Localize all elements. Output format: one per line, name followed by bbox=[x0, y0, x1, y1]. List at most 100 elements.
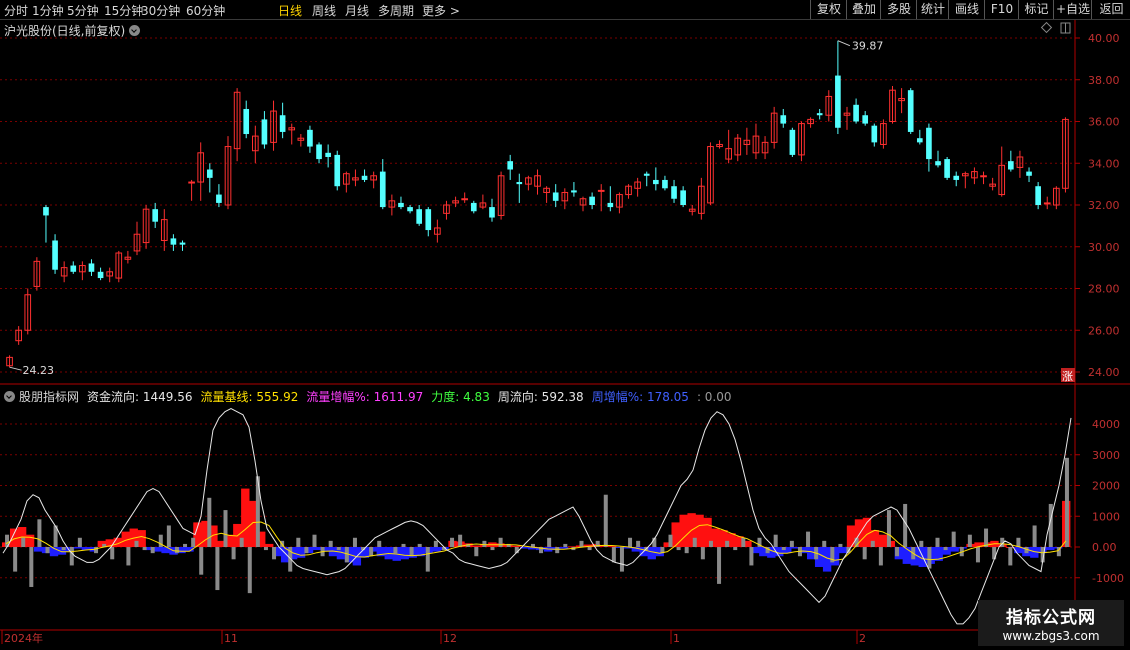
volume-gray-bar bbox=[773, 534, 778, 547]
volume-gray-bar bbox=[328, 540, 333, 547]
volume-gray-bar bbox=[676, 547, 681, 551]
candle-body bbox=[52, 240, 58, 270]
candle-body bbox=[780, 115, 787, 124]
candle-body bbox=[1043, 202, 1051, 205]
volume-gray-bar bbox=[13, 547, 18, 572]
candle-body bbox=[261, 119, 268, 145]
candle-body bbox=[325, 152, 331, 157]
volume-gray-bar bbox=[692, 537, 697, 547]
price-axis-label: 36.00 bbox=[1088, 116, 1120, 129]
candle-body bbox=[206, 169, 213, 178]
volume-gray-bar bbox=[166, 525, 171, 547]
diamond-icon bbox=[1040, 21, 1053, 34]
volume-gray-bar bbox=[636, 540, 641, 547]
volume-gray-bar bbox=[628, 537, 633, 547]
volume-gray-bar bbox=[174, 547, 179, 554]
candle-body bbox=[953, 175, 960, 180]
candle-body bbox=[470, 202, 477, 212]
volume-gray-bar bbox=[943, 547, 948, 551]
volume-gray-bar bbox=[781, 547, 786, 551]
flow-bar bbox=[950, 547, 959, 552]
volume-gray-bar bbox=[579, 540, 584, 547]
high-pointer bbox=[837, 40, 851, 47]
price-axis-label: 30.00 bbox=[1088, 241, 1120, 254]
volume-gray-bar bbox=[352, 537, 357, 547]
candle-body bbox=[170, 238, 177, 245]
flow-bar bbox=[432, 547, 441, 552]
flow-bar bbox=[312, 547, 322, 551]
candle-body bbox=[316, 144, 322, 160]
volume-gray-bar bbox=[895, 547, 900, 557]
flow-bar bbox=[296, 547, 306, 558]
volume-gray-bar bbox=[563, 543, 568, 547]
price-axis-label: 34.00 bbox=[1088, 157, 1120, 170]
volume-gray-bar bbox=[619, 547, 624, 572]
volume-gray-bar bbox=[150, 547, 155, 554]
price-axis-label: 32.00 bbox=[1088, 199, 1120, 212]
volume-gray-bar bbox=[21, 537, 26, 547]
flow-bar bbox=[846, 525, 856, 547]
price-axis-label: 40.00 bbox=[1088, 32, 1120, 45]
volume-gray-bar bbox=[749, 547, 754, 566]
volume-gray-bar bbox=[975, 547, 980, 563]
volume-gray-bar bbox=[919, 540, 924, 547]
volume-gray-bar bbox=[191, 537, 196, 547]
date-label: 12 bbox=[443, 632, 457, 645]
flow-bar bbox=[679, 514, 688, 547]
volume-gray-bar bbox=[336, 547, 341, 551]
candle-body bbox=[980, 175, 987, 178]
candle-body bbox=[916, 138, 923, 143]
volume-gray-bar bbox=[611, 547, 616, 563]
flow-bar bbox=[25, 534, 35, 547]
volume-gray-bar bbox=[668, 534, 673, 547]
candle-body bbox=[279, 115, 286, 132]
candle-body bbox=[1035, 186, 1041, 205]
volume-gray-bar bbox=[733, 547, 738, 551]
volume-gray-bar bbox=[239, 537, 244, 547]
candle-body bbox=[216, 194, 222, 203]
volume-gray-bar bbox=[878, 547, 883, 566]
candle-body bbox=[816, 113, 823, 116]
indicator-dropdown-icon[interactable] bbox=[4, 391, 15, 402]
volume-gray-bar bbox=[183, 543, 188, 547]
volume-gray-bar bbox=[94, 547, 99, 554]
volume-gray-bar bbox=[199, 547, 204, 575]
volume-gray-bar bbox=[951, 531, 956, 547]
volume-gray-bar bbox=[547, 537, 552, 547]
flow-axis-label: 2000 bbox=[1092, 480, 1120, 493]
flow-axis-label: 4000 bbox=[1092, 418, 1120, 431]
volume-gray-bar bbox=[984, 528, 989, 547]
indicator-source: 股朋指标网 bbox=[19, 390, 80, 404]
volume-gray-bar bbox=[838, 543, 843, 547]
candle-body bbox=[926, 127, 932, 160]
volume-gray-bar bbox=[822, 540, 827, 547]
flow-bar bbox=[400, 547, 409, 560]
flow-bar bbox=[73, 547, 83, 549]
candle-body bbox=[425, 209, 432, 231]
candle-body bbox=[461, 198, 469, 201]
volume-gray-bar bbox=[134, 540, 139, 547]
candle-body bbox=[1008, 161, 1014, 170]
flow-axis-label: 1000 bbox=[1092, 510, 1120, 523]
candle-body bbox=[489, 207, 495, 218]
indicator-item-1: 流量基线: 555.92 bbox=[200, 390, 299, 404]
volume-gray-bar bbox=[296, 537, 301, 547]
candle-body bbox=[935, 161, 941, 166]
volume-gray-bar bbox=[458, 534, 463, 547]
date-label: 1 bbox=[673, 632, 680, 645]
volume-gray-bar bbox=[393, 547, 398, 554]
volume-gray-bar bbox=[263, 547, 268, 551]
candle-body bbox=[70, 265, 77, 272]
volume-gray-bar bbox=[806, 531, 811, 547]
chart-canvas[interactable]: 40.00 38.00 36.00 34.00 32.00 30.00 28.00 26.00… bbox=[0, 0, 1130, 650]
volume-gray-bar bbox=[69, 547, 74, 566]
volume-gray-bar bbox=[1064, 457, 1069, 547]
volume-gray-bar bbox=[603, 494, 608, 547]
date-label: 11 bbox=[224, 632, 238, 645]
flow-axis-label: -1000 bbox=[1092, 572, 1124, 585]
volume-gray-bar bbox=[587, 547, 592, 551]
watermark-title: 指标公式网 bbox=[1006, 608, 1096, 628]
volume-gray-bar bbox=[110, 547, 115, 560]
candle-body bbox=[97, 271, 104, 279]
candle-body bbox=[643, 173, 650, 176]
